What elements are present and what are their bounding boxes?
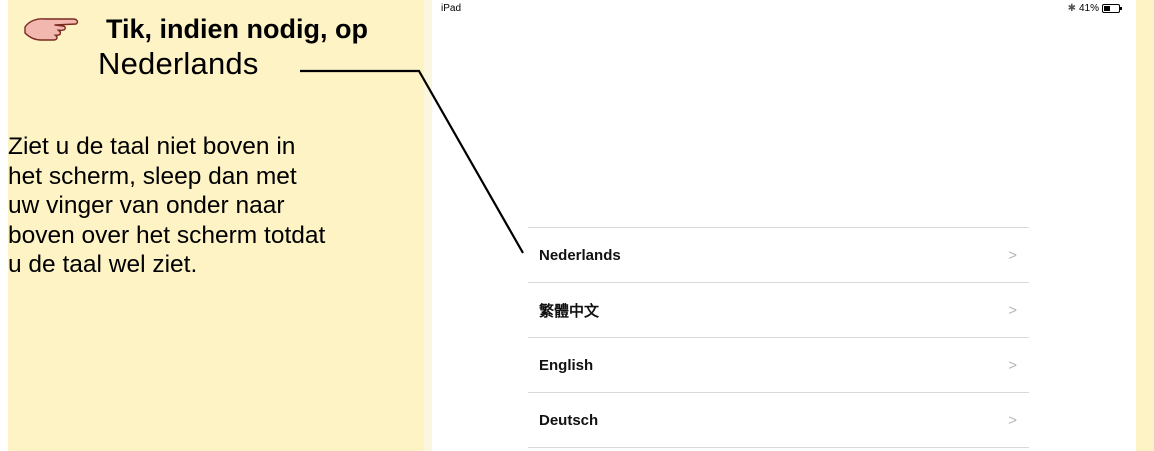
language-item-english[interactable]: English > — [528, 337, 1029, 392]
instruction-line: Ziet u de taal niet boven in — [8, 133, 296, 160]
chevron-right-icon: > — [1008, 302, 1017, 319]
instruction-target-language: Nederlands — [98, 46, 259, 81]
language-label: Deutsch — [539, 411, 599, 429]
chevron-right-icon: > — [1008, 412, 1017, 429]
language-label: Nederlands — [539, 246, 621, 264]
status-bar-right: ✱ 41% — [1067, 3, 1122, 14]
ipad-screen: iPad ✱ 41% Nederlands > 繁體中文 > English >… — [432, 0, 1136, 451]
language-label: 繁體中文 — [539, 302, 600, 320]
language-item-traditional-chinese[interactable]: 繁體中文 > — [528, 282, 1029, 337]
instruction-body: Ziet u de taal niet boven in het scherm,… — [8, 132, 418, 280]
language-item-nederlands[interactable]: Nederlands > — [528, 227, 1029, 282]
instruction-line: boven over het scherm totdat — [8, 221, 326, 249]
language-list: Nederlands > 繁體中文 > English > Deutsch > — [528, 227, 1029, 448]
chevron-right-icon: > — [1008, 357, 1017, 374]
language-label: English — [539, 356, 594, 374]
battery-icon — [1102, 4, 1122, 13]
battery-percentage: 41% — [1078, 3, 1099, 14]
instruction-panel: Tik, indien nodig, op Nederlands Ziet u … — [8, 0, 424, 451]
instruction-title: Tik, indien nodig, op — [106, 14, 368, 44]
bluetooth-icon: ✱ — [1067, 3, 1076, 14]
language-item-deutsch[interactable]: Deutsch > — [528, 392, 1029, 448]
right-margin-strip — [1136, 0, 1154, 451]
instruction-line: het scherm, sleep dan met — [8, 162, 297, 190]
instruction-line: u de taal wel ziet. — [8, 251, 198, 278]
panel-divider — [424, 0, 432, 451]
status-device-name: iPad — [441, 3, 462, 14]
chevron-right-icon: > — [1008, 247, 1017, 264]
pointing-hand-icon — [24, 18, 79, 41]
instruction-line: uw vinger van onder naar — [8, 192, 285, 219]
